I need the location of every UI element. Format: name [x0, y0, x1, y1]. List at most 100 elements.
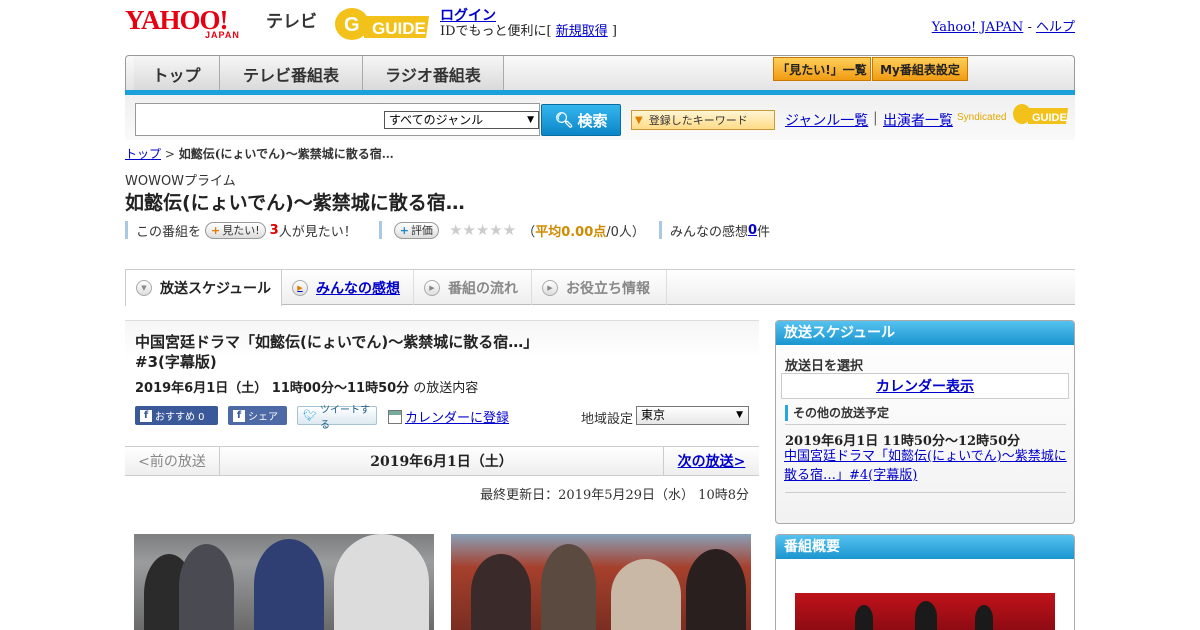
my-schedule-button[interactable]: My番組表設定	[872, 57, 968, 81]
rating-average: 平均0.00点	[535, 224, 607, 240]
broadcast-title: 中国宮廷ドラマ「如懿伝(にょいでん)～紫禁城に散る宿…」#3(字幕版)	[135, 333, 539, 371]
program-photo-2	[451, 534, 751, 630]
want-suffix: 人が見たい！	[278, 224, 357, 240]
impressions-label: みんなの感想	[669, 224, 748, 240]
calendar-show-button[interactable]: カレンダー表示	[781, 373, 1069, 399]
search-button-label: 検索	[577, 111, 608, 130]
genre-list-link[interactable]: ジャンル一覧	[785, 110, 868, 130]
main-nav: トップ テレビ番組表 ラジオ番組表 「見たい!」一覧 My番組表設定	[125, 55, 1075, 92]
nav-tab-top[interactable]: トップ	[134, 56, 220, 92]
rating-count: /0人）	[606, 224, 645, 240]
divider	[785, 492, 1066, 493]
breadcrumb-separator: >	[161, 147, 179, 161]
saved-keyword-label: 登録したキーワード	[648, 114, 748, 127]
tab-label: 番組の流れ	[448, 280, 518, 297]
facebook-recommend-button[interactable]: f おすすめ 0	[135, 406, 218, 425]
tab-impressions[interactable]: ▶ みんなの感想	[282, 270, 414, 305]
want-prefix: この番組を	[136, 224, 202, 240]
search-button[interactable]: 🔍︎ 検索	[541, 104, 621, 136]
overview-image	[795, 593, 1055, 630]
play-arrow-icon: ▶	[292, 279, 308, 296]
nav-tab-radio-schedule[interactable]: ラジオ番組表	[363, 56, 504, 92]
want-to-watch-button[interactable]: + 見たい!	[205, 221, 266, 239]
stat-divider	[125, 221, 128, 239]
impressions-count-link[interactable]: 0	[748, 223, 757, 238]
stat-divider	[378, 221, 382, 239]
program-photo-1	[134, 534, 434, 630]
fb-share-label: シェア	[248, 412, 278, 423]
gguide-logo[interactable]: G GUIDE	[334, 6, 432, 42]
want-button-label: 見たい!	[222, 224, 260, 237]
top-right-links: Yahoo! JAPAN - ヘルプ	[932, 16, 1075, 35]
plus-icon: +	[399, 223, 409, 237]
tab-program-flow[interactable]: ▶ 番組の流れ	[414, 270, 532, 305]
svg-text:G: G	[344, 14, 360, 36]
other-schedule-heading: その他の放送予定	[785, 405, 889, 421]
plus-icon: +	[211, 223, 221, 237]
channel-name: WOWOWプライム	[125, 174, 236, 189]
rating-stars: ★★★★★	[448, 221, 517, 239]
divider	[785, 424, 1066, 425]
prev-broadcast-link[interactable]: <前の放送	[125, 447, 220, 475]
broadcast-date: 2019年6月1日（土） 11時00分～11時50分 の放送内容	[135, 377, 478, 396]
region-select-value: 東京	[641, 408, 666, 422]
yahoo-japan-link[interactable]: Yahoo! JAPAN	[932, 20, 1024, 35]
tab-broadcast-schedule[interactable]: ▼ 放送スケジュール	[125, 269, 282, 306]
broadcast-datetime: 2019年6月1日（土） 11時00分～11時50分	[135, 381, 410, 396]
region-label: 地域設定	[581, 412, 634, 427]
last-updated: 最終更新日：2019年5月29日（水） 10時8分	[480, 488, 749, 503]
facebook-icon: f	[233, 409, 245, 422]
svg-text:GUIDE: GUIDE	[1032, 112, 1067, 124]
next-broadcast-link[interactable]: 次の放送>	[663, 447, 759, 475]
breadcrumb-current: 如懿伝(にょいでん)～紫禁城に散る宿…	[178, 147, 394, 161]
program-stats-row: この番組を + 見たい! 3 人が見たい！ + 評価 ★★★★★ （平均0.00点/0…	[125, 220, 770, 240]
tweet-button[interactable]: 🐦︎ ツイートする	[297, 405, 377, 431]
performer-list-link[interactable]: 出演者一覧	[883, 110, 953, 130]
dropdown-arrow-icon: ▼	[635, 114, 643, 126]
genre-select[interactable]: すべてのジャンル ▼	[384, 111, 539, 129]
broadcast-date-suffix: の放送内容	[409, 381, 479, 396]
tab-label: 放送スケジュール	[160, 281, 272, 297]
calendar-icon	[388, 409, 402, 424]
facebook-share-button[interactable]: f シェア	[228, 406, 287, 425]
help-link[interactable]: ヘルプ	[1036, 20, 1075, 35]
calendar-register-link[interactable]: カレンダーに登録	[405, 407, 509, 426]
rate-button[interactable]: + 評価	[393, 221, 439, 239]
page-title: 如懿伝(にょいでん)～紫禁城に散る宿…	[125, 192, 465, 214]
chevron-down-icon: ▼	[736, 410, 743, 420]
twitter-bird-icon: 🐦︎	[303, 409, 317, 422]
content-tabs: ▼ 放送スケジュール ▶ みんなの感想 ▶ 番組の流れ ▶ お役立ち情報	[125, 269, 1075, 306]
breadcrumb-home-link[interactable]: トップ	[125, 147, 161, 161]
other-schedule-link[interactable]: 中国宮廷ドラマ「如懿伝(にょいでん)～紫禁城に散る宿…」#4(字幕版)	[784, 447, 1072, 485]
saved-keyword-button[interactable]: ▼ 登録したキーワード	[631, 110, 775, 130]
sidebar-overview-heading: 番組概要	[776, 535, 1074, 559]
login-subtext: IDでもっと便利に[ 新規取得 ]	[440, 20, 617, 39]
chevron-down-icon: ▼	[136, 280, 152, 296]
login-sub-suffix: ]	[607, 24, 617, 39]
gguide-small-logo: GUIDE	[1013, 104, 1068, 124]
sidebar-schedule-heading: 放送スケジュール	[776, 321, 1074, 345]
play-arrow-icon: ▶	[424, 279, 440, 296]
tab-useful-info[interactable]: ▶ お役立ち情報	[532, 270, 667, 305]
current-broadcast-date: 2019年6月1日（土）	[370, 454, 513, 470]
chevron-down-icon: ▼	[527, 115, 534, 125]
stat-divider	[658, 221, 662, 239]
top-links-separator: -	[1023, 20, 1036, 35]
impressions-suffix: 件	[757, 224, 771, 240]
calendar-register[interactable]: カレンダーに登録	[388, 407, 509, 426]
link-separator: |	[873, 110, 878, 126]
register-link[interactable]: 新規取得	[556, 24, 608, 39]
sidebar-schedule-panel: 放送スケジュール	[775, 320, 1075, 524]
syndicated-text: Syndicated	[957, 112, 1007, 123]
pick-date-label: 放送日を選択	[785, 359, 864, 374]
tab-label: お役立ち情報	[566, 280, 650, 297]
login-sub-prefix: IDでもっと便利に[	[440, 24, 556, 39]
nav-tab-tv-schedule[interactable]: テレビ番組表	[220, 56, 363, 92]
facebook-icon: f	[140, 409, 152, 422]
fb-recommend-label: おすすめ 0	[155, 412, 205, 423]
wish-list-button[interactable]: 「見たい!」一覧	[773, 57, 871, 81]
tv-logo-text[interactable]: テレビ	[266, 7, 317, 32]
region-select[interactable]: 東京 ▼	[636, 406, 749, 425]
tab-label: みんなの感想	[316, 280, 400, 297]
search-icon: 🔍︎	[554, 111, 574, 129]
